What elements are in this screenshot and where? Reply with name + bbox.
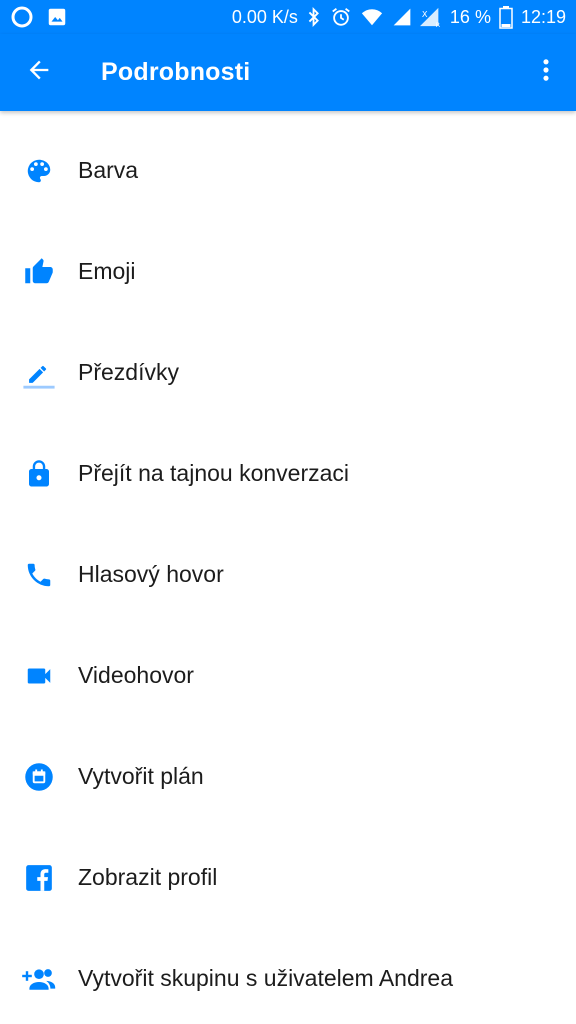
page-title: Podrobnosti [101,58,251,86]
menu-item-label: Vytvořit plán [78,763,204,789]
menu-item-label: Emoji [78,258,136,284]
menu-item-label: Přejít na tajnou konverzaci [78,460,350,486]
menu-item-emoji[interactable]: Emoji [0,221,576,322]
thumbs-up-icon [0,221,78,322]
clock: 12:19 [520,6,566,27]
menu-item-view-profile[interactable]: Zobrazit profil [0,827,576,928]
svg-text:R: R [436,21,441,28]
image-icon [46,6,68,28]
menu-item-create-group[interactable]: Vytvořit skupinu s uživatelem Andrea [0,928,576,1024]
more-vertical-icon [532,56,560,89]
signal-icon [392,7,412,27]
battery-icon [499,5,513,29]
status-right: 0.00 K/s XR 16 % 12:19 [232,5,566,29]
menu-item-video-call[interactable]: Videohovor [0,625,576,726]
menu-item-label: Vytvořit skupinu s uživatelem Andrea [78,965,453,991]
details-menu: Barva Emoji Přezdívky Přejít na tajnou k… [0,120,576,1024]
alarm-icon [330,6,352,28]
palette-icon [0,120,78,221]
menu-item-create-plan[interactable]: Vytvořit plán [0,726,576,827]
more-options-button[interactable] [516,34,576,111]
menu-item-color[interactable]: Barva [0,120,576,221]
back-button[interactable] [0,34,78,111]
facebook-icon [0,827,78,928]
app-bar: Podrobnosti [0,34,576,111]
battery-percent: 16 % [449,6,491,27]
menu-item-label: Videohovor [78,662,194,688]
menu-item-label: Barva [78,157,139,183]
wifi-icon [360,6,384,28]
menu-item-label: Hlasový hovor [78,561,224,587]
menu-item-nicknames[interactable]: Přezdívky [0,322,576,423]
calendar-icon [0,726,78,827]
menu-item-voice-call[interactable]: Hlasový hovor [0,524,576,625]
menu-item-secret-conversation[interactable]: Přejít na tajnou konverzaci [0,423,576,524]
lock-icon [0,423,78,524]
phone-icon [0,524,78,625]
arrow-back-icon [25,56,53,89]
svg-text:X: X [422,9,428,19]
network-speed: 0.00 K/s [231,6,298,27]
bluetooth-icon [306,6,322,28]
menu-item-label: Přezdívky [78,359,179,385]
status-left [10,5,68,29]
video-camera-icon [0,625,78,726]
pencil-icon [0,322,78,423]
loading-circle-icon [10,5,34,29]
signal-roaming-icon: XR [419,6,442,28]
menu-item-label: Zobrazit profil [78,864,218,890]
status-bar: 0.00 K/s XR 16 % 12:19 [0,0,576,34]
add-group-icon [0,928,78,1024]
